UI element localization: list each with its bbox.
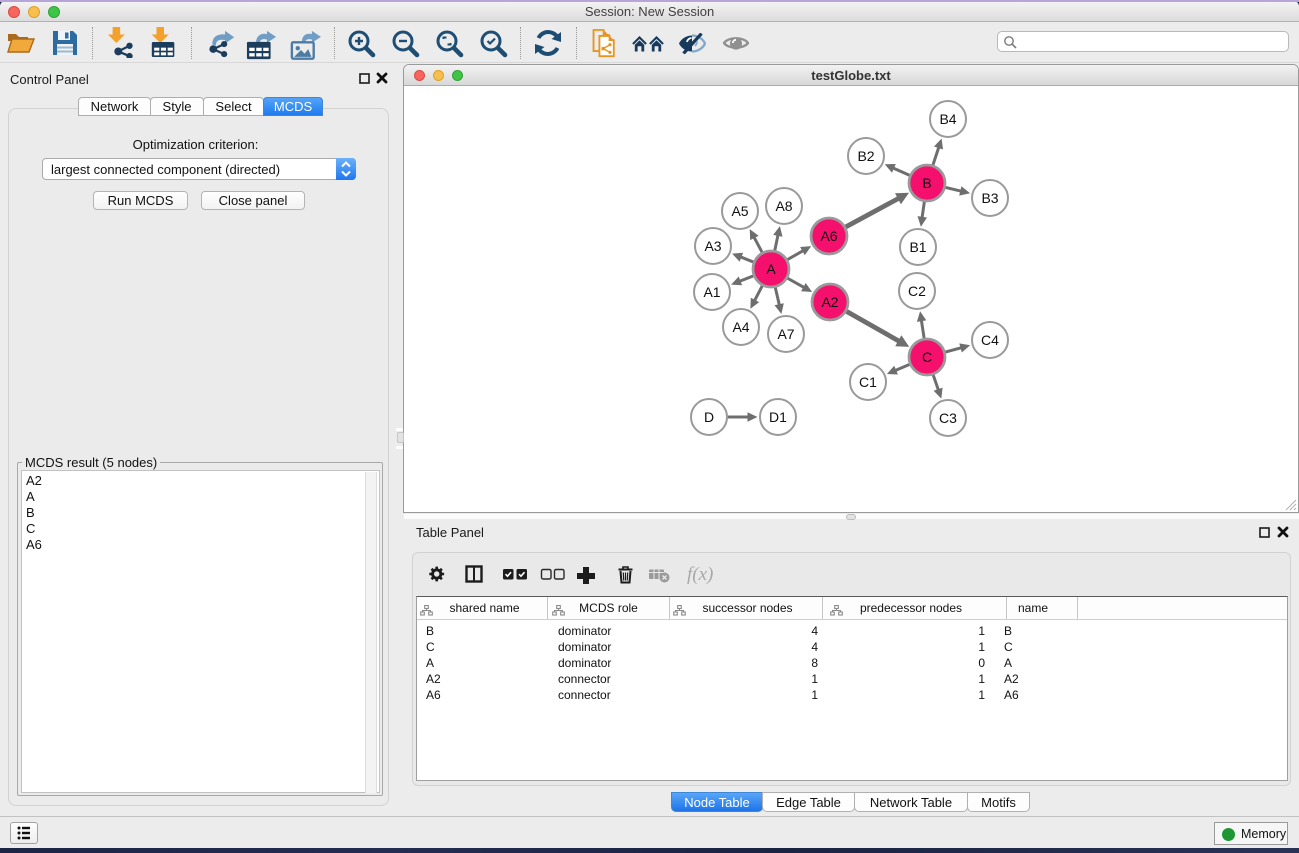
svg-text:C2: C2 bbox=[908, 283, 926, 299]
svg-text:C: C bbox=[922, 349, 932, 365]
svg-text:A7: A7 bbox=[777, 326, 794, 342]
svg-text:B: B bbox=[922, 175, 931, 191]
svg-text:B1: B1 bbox=[909, 239, 926, 255]
svg-text:B4: B4 bbox=[939, 111, 956, 127]
svg-text:A2: A2 bbox=[821, 294, 838, 310]
svg-text:B3: B3 bbox=[981, 190, 998, 206]
svg-text:B2: B2 bbox=[857, 148, 874, 164]
svg-text:A8: A8 bbox=[775, 198, 792, 214]
svg-text:C1: C1 bbox=[859, 374, 877, 390]
svg-text:A5: A5 bbox=[731, 203, 748, 219]
svg-text:A6: A6 bbox=[820, 228, 837, 244]
svg-text:A4: A4 bbox=[732, 319, 749, 335]
svg-text:D: D bbox=[704, 409, 714, 425]
svg-text:C4: C4 bbox=[981, 332, 999, 348]
svg-text:C3: C3 bbox=[939, 410, 957, 426]
svg-text:A1: A1 bbox=[703, 284, 720, 300]
svg-text:f(x): f(x) bbox=[687, 564, 713, 584]
svg-text:D1: D1 bbox=[769, 409, 787, 425]
svg-text:A3: A3 bbox=[704, 238, 721, 254]
svg-text:A: A bbox=[766, 261, 776, 277]
